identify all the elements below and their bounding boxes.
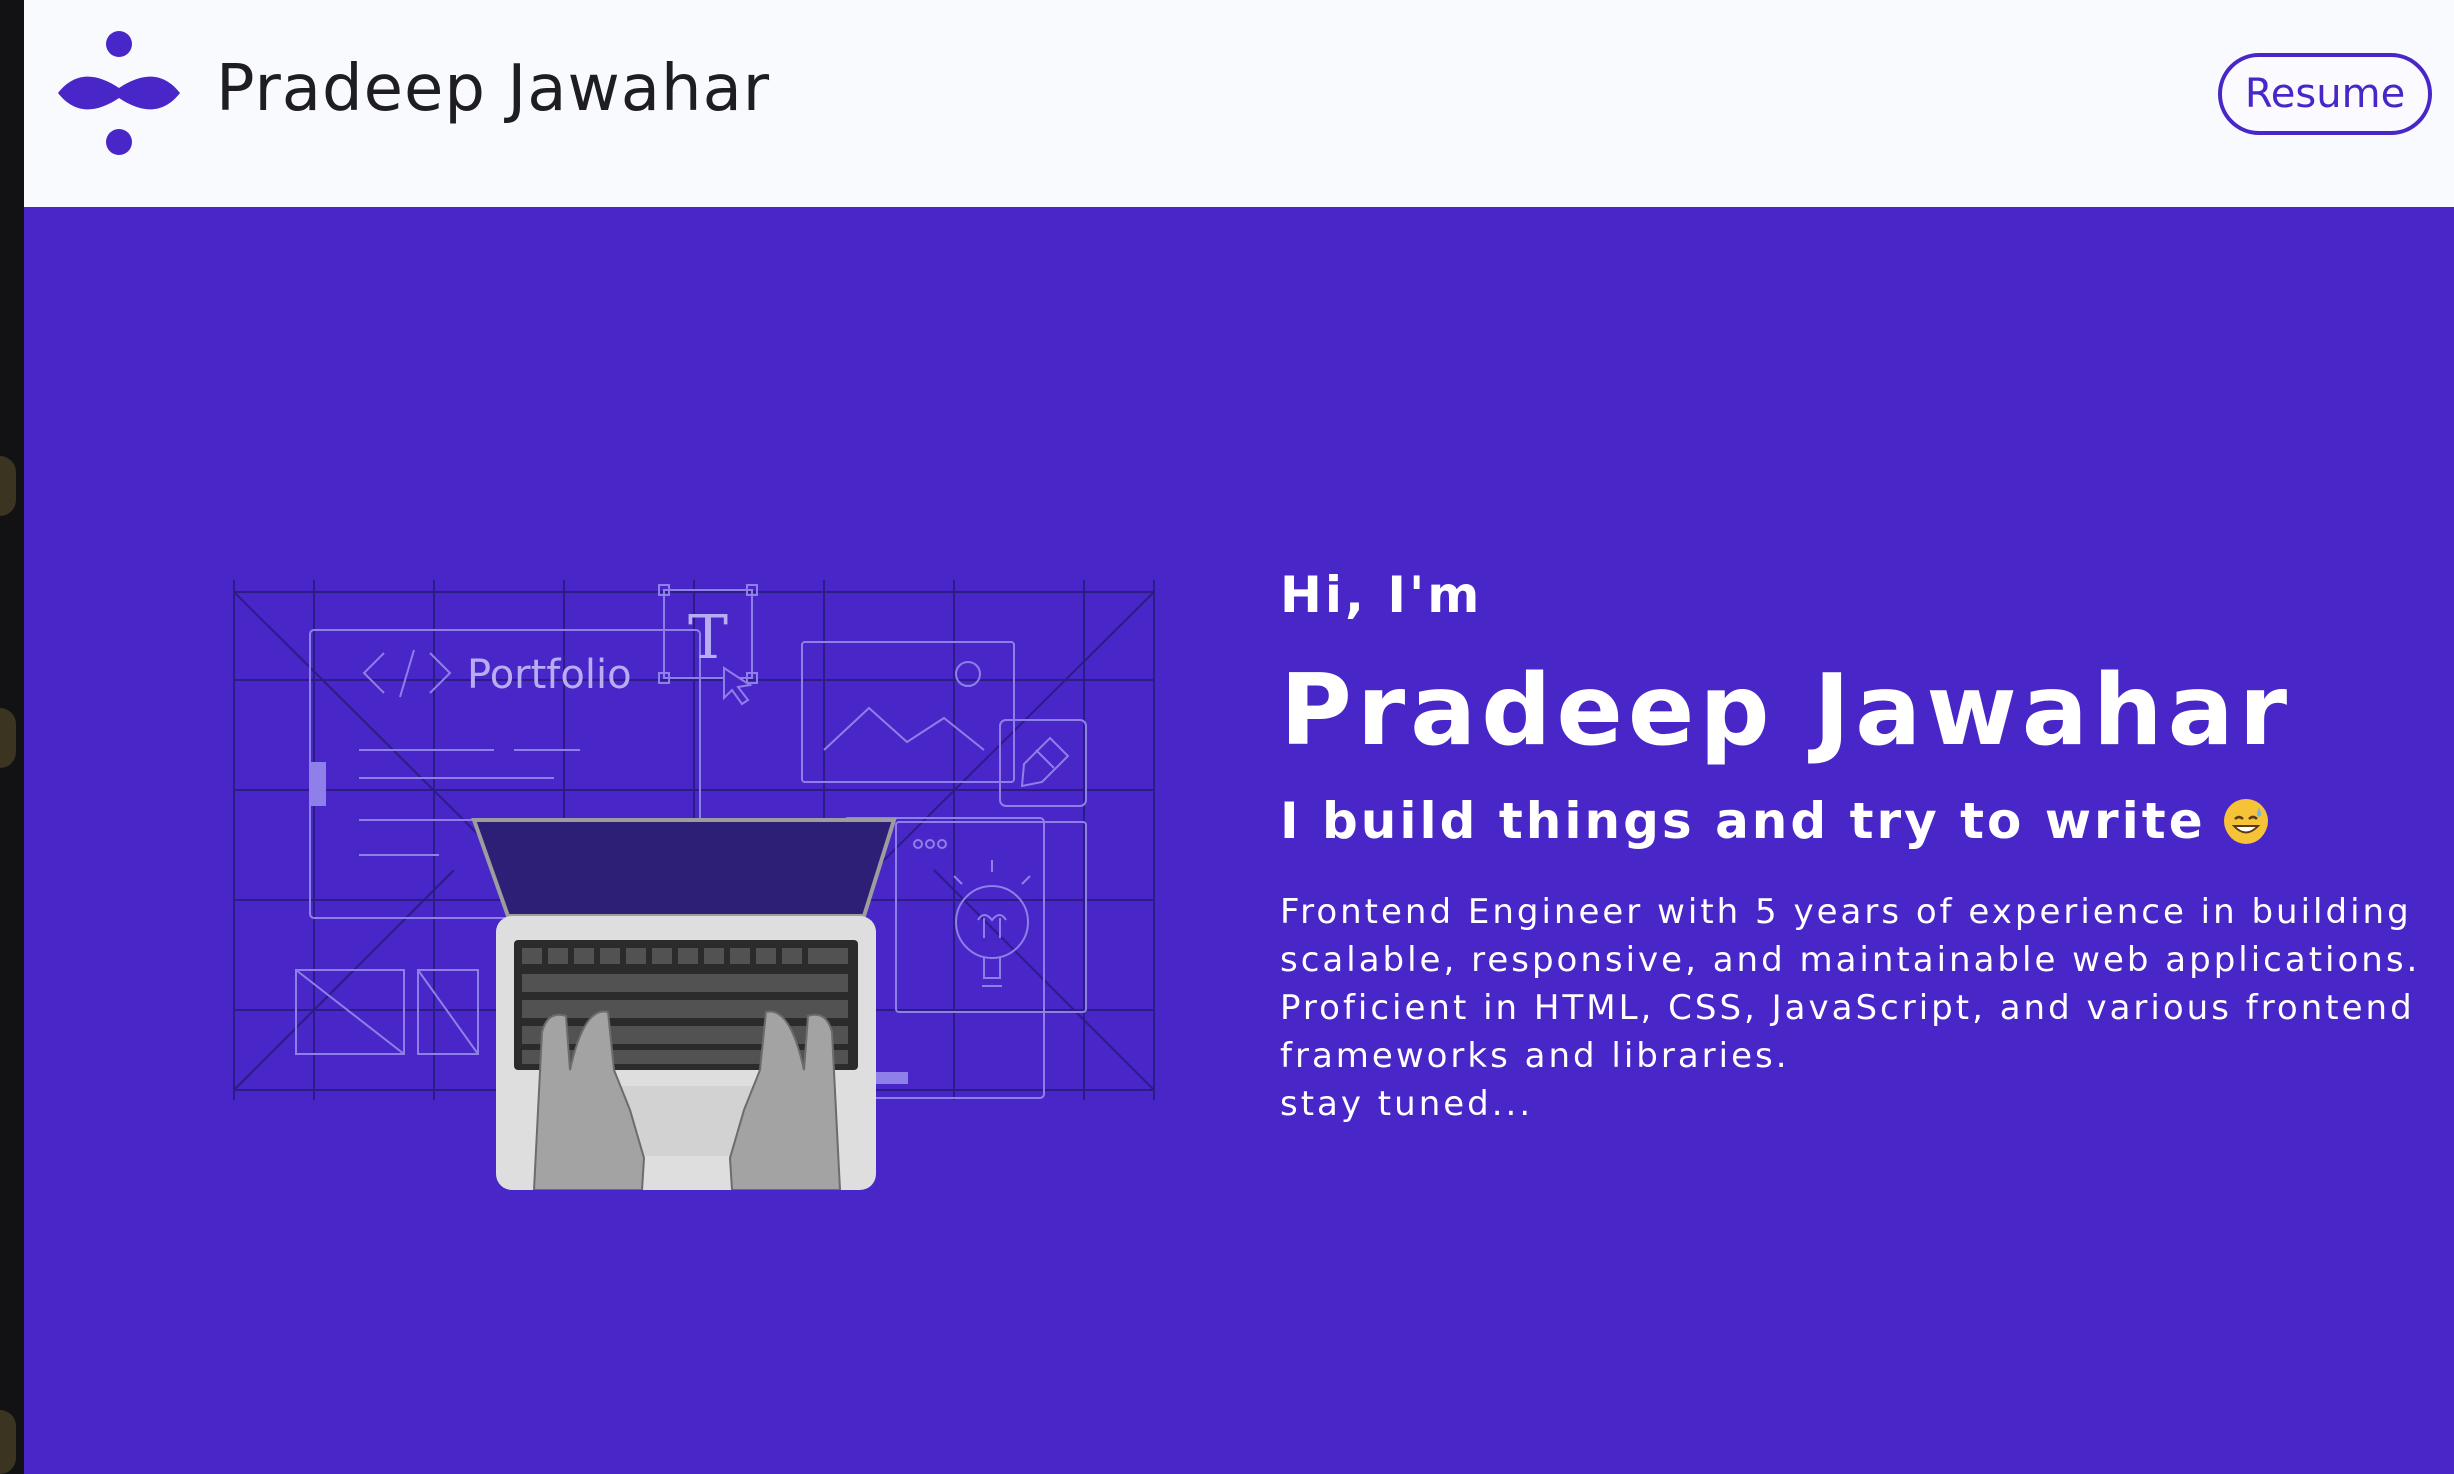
bio-line: scalable, responsive, and maintainable w… (1280, 940, 2421, 980)
bio-line: Frontend Engineer with 5 years of experi… (1280, 892, 2412, 932)
abstract-dots-logo-icon[interactable] (54, 30, 184, 160)
laptop-image (471, 818, 897, 1190)
edge-avatar (0, 708, 16, 768)
hero-tagline: I build things and try to write (1280, 792, 2268, 850)
bio-line: frameworks and libraries. (1280, 1036, 1790, 1076)
portfolio-page: Pradeep Jawahar Resume Portfolio T Hi, I… (24, 0, 2454, 1474)
resume-button[interactable]: Resume (2218, 53, 2432, 135)
edge-avatar (0, 456, 16, 516)
image-placeholder-card (801, 641, 1015, 783)
wireframe-boxes (295, 969, 479, 1055)
window-edge-strip (0, 0, 24, 1474)
grinning-sweat-emoji-icon (2223, 798, 2268, 844)
lightbulb-card (895, 821, 1087, 1013)
site-header: Pradeep Jawahar Resume (24, 0, 2454, 207)
hero-bio: Frontend Engineer with 5 years of experi… (1280, 888, 2450, 1128)
bio-line: stay tuned... (1280, 1084, 1534, 1124)
text-tool-glyph: T (688, 603, 728, 673)
bio-line: Proficient in HTML, CSS, JavaScript, and… (1280, 988, 2415, 1028)
hero-name: Pradeep Jawahar (1280, 654, 2293, 768)
edge-avatar (0, 1410, 16, 1474)
site-title[interactable]: Pradeep Jawahar (216, 52, 770, 126)
portfolio-label: Portfolio (467, 652, 632, 698)
laptop-portfolio-illustration: Portfolio T (233, 580, 1155, 1190)
hero-greeting: Hi, I'm (1280, 566, 1483, 624)
hero-tagline-text: I build things and try to write (1280, 792, 2206, 850)
